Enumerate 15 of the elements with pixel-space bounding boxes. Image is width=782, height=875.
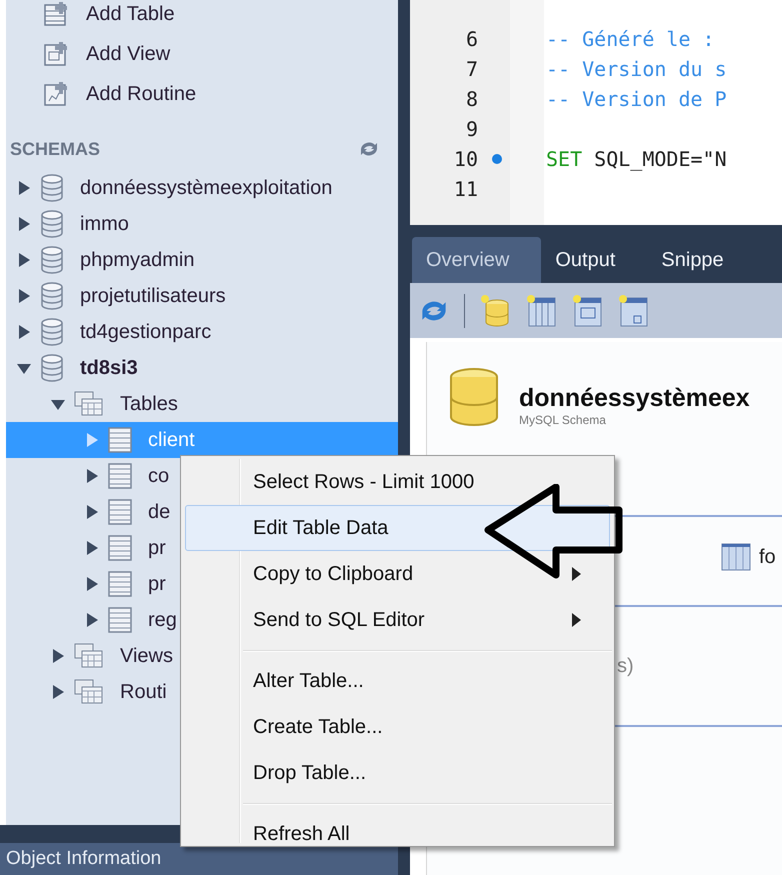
code-line: -- Version du s <box>546 57 727 81</box>
panel-header: Object Information <box>0 843 398 875</box>
schemas-header: SCHEMAS <box>10 138 100 160</box>
line-number: 7 <box>466 57 478 81</box>
line-number: 9 <box>466 117 478 141</box>
line-number: 10 <box>454 147 478 171</box>
line-number: 8 <box>466 87 478 111</box>
line-number: 11 <box>454 177 478 201</box>
line-number: 6 <box>466 27 478 51</box>
section-text: s) <box>617 654 634 678</box>
schema-title: donnéessystèmeex <box>519 384 750 413</box>
code-line: SET SQL_MODE="N <box>546 147 727 171</box>
code-line: -- Version de P <box>546 87 727 111</box>
schema-subtitle: MySQL Schema <box>519 413 607 427</box>
code-line: -- Généré le : <box>546 27 715 51</box>
